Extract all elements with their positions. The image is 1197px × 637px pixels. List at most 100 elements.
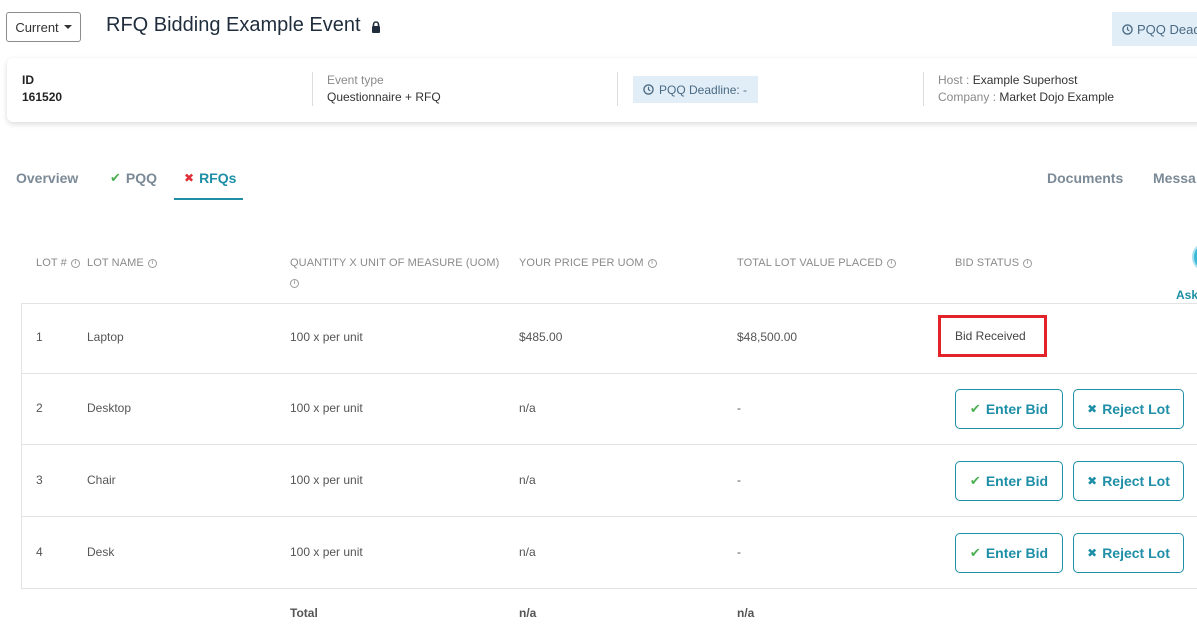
info-icon[interactable]: i bbox=[290, 278, 299, 288]
header-price-text: YOUR PRICE PER UOM bbox=[519, 257, 644, 269]
cross-icon: ✖ bbox=[1087, 546, 1098, 560]
info-icon[interactable]: i bbox=[647, 258, 657, 268]
reject-lot-button[interactable]: ✖ Reject Lot bbox=[1073, 461, 1184, 501]
bid-status-highlight: Bid Received bbox=[938, 315, 1047, 357]
enter-bid-label: Enter Bid bbox=[985, 401, 1049, 417]
pqq-deadline-text: PQQ Deadline: - bbox=[659, 82, 748, 97]
row-divider bbox=[21, 516, 1197, 517]
header-lot-name-text: LOT NAME bbox=[87, 257, 144, 269]
clock-icon bbox=[643, 84, 654, 95]
lot-number: 3 bbox=[36, 473, 43, 487]
event-type-block: Event type Questionnaire + RFQ bbox=[327, 72, 441, 106]
event-title: RFQ Bidding Example Event bbox=[106, 14, 381, 37]
lot-name: Chair bbox=[87, 473, 116, 487]
lot-price: n/a bbox=[519, 401, 536, 415]
reject-lot-button[interactable]: ✖ Reject Lot bbox=[1073, 533, 1184, 573]
lot-quantity: 100 x per unit bbox=[290, 545, 363, 559]
header-lot-number-text: LOT # bbox=[36, 257, 67, 269]
lot-name: Laptop bbox=[87, 330, 124, 344]
top-bar: Current RFQ Bidding Example Event PQQ De… bbox=[0, 0, 1197, 56]
header-quantity-text: QUANTITY X UNIT OF MEASURE (UOM) bbox=[290, 257, 500, 269]
bid-status-text: Bid Received bbox=[955, 329, 1026, 343]
lot-price: $485.00 bbox=[519, 330, 563, 344]
pqq-deadline-chip: PQQ Deadline: - bbox=[633, 76, 758, 103]
event-info-card: ID 161520 Event type Questionnaire + RFQ… bbox=[7, 58, 1197, 122]
lot-total: - bbox=[737, 545, 741, 559]
tab-overview[interactable]: Overview bbox=[16, 170, 78, 186]
tab-documents[interactable]: Documents bbox=[1047, 170, 1123, 186]
header-bid-status-text: BID STATUS bbox=[955, 257, 1020, 269]
header-total-value-text: TOTAL LOT VALUE PLACED bbox=[737, 257, 883, 269]
reject-lot-label: Reject Lot bbox=[1102, 401, 1170, 417]
lot-price: n/a bbox=[519, 473, 536, 487]
tab-messages[interactable]: Messa bbox=[1153, 170, 1196, 186]
tab-pqq-label: PQQ bbox=[125, 170, 158, 186]
check-icon: ✔ bbox=[969, 473, 981, 488]
pqq-deadline-badge-top: PQQ Dead bbox=[1112, 12, 1197, 46]
version-dropdown[interactable]: Current bbox=[6, 12, 81, 42]
lot-number: 4 bbox=[36, 545, 43, 559]
info-icon[interactable]: i bbox=[70, 258, 80, 268]
check-icon: ✔ bbox=[969, 401, 981, 416]
cross-icon: ✖ bbox=[1087, 474, 1098, 488]
total-label: Total bbox=[290, 606, 318, 620]
header-total-lot-value: TOTAL LOT VALUE PLACED i bbox=[737, 253, 896, 273]
tab-rfqs-label: RFQs bbox=[199, 170, 237, 186]
lot-quantity: 100 x per unit bbox=[290, 330, 363, 344]
version-label: Current bbox=[15, 19, 59, 35]
row-divider bbox=[21, 373, 1197, 374]
lot-name: Desktop bbox=[87, 401, 132, 415]
lot-total: $48,500.00 bbox=[737, 330, 798, 344]
event-id-value: 161520 bbox=[22, 90, 63, 104]
lot-total: - bbox=[737, 401, 741, 415]
header-lot-name: LOT NAME i bbox=[87, 253, 157, 273]
lock-icon bbox=[371, 20, 380, 33]
event-tabs: Overview ✔ PQQ ✖ RFQs Documents Messa bbox=[0, 160, 1197, 202]
tab-pqq[interactable]: ✔ PQQ bbox=[110, 170, 157, 186]
info-icon[interactable]: i bbox=[147, 258, 157, 268]
ask-question-button[interactable] bbox=[1192, 242, 1197, 272]
enter-bid-button[interactable]: ✔ Enter Bid bbox=[955, 461, 1063, 501]
row-divider bbox=[21, 444, 1197, 445]
info-icon[interactable]: i bbox=[886, 258, 896, 268]
host-label: Host : bbox=[938, 73, 970, 87]
lot-name: Desk bbox=[87, 545, 115, 559]
event-title-text: RFQ Bidding Example Event bbox=[106, 14, 361, 36]
header-quantity: QUANTITY X UNIT OF MEASURE (UOM) i bbox=[290, 253, 500, 293]
host-company-block: Host : Example Superhost Company : Marke… bbox=[938, 72, 1114, 106]
pqq-deadline-top-text: PQQ Dead bbox=[1137, 21, 1197, 37]
active-tab-indicator bbox=[174, 198, 243, 200]
lot-quantity: 100 x per unit bbox=[290, 401, 363, 415]
tab-rfqs[interactable]: ✖ RFQs bbox=[184, 170, 236, 186]
lot-quantity: 100 x per unit bbox=[290, 473, 363, 487]
header-price-per-uom: YOUR PRICE PER UOM i bbox=[519, 253, 657, 273]
tab-messages-label: Messa bbox=[1153, 170, 1196, 186]
enter-bid-button[interactable]: ✔ Enter Bid bbox=[955, 533, 1063, 573]
reject-lot-label: Reject Lot bbox=[1102, 545, 1170, 561]
clock-icon bbox=[1122, 23, 1133, 35]
caret-down-icon bbox=[63, 25, 72, 29]
header-lot-number: LOT # i bbox=[36, 253, 80, 273]
ask-label[interactable]: Ask bbox=[1176, 288, 1197, 302]
info-icon[interactable]: i bbox=[1023, 258, 1033, 268]
enter-bid-button[interactable]: ✔ Enter Bid bbox=[955, 389, 1063, 429]
cross-icon: ✖ bbox=[1087, 402, 1098, 416]
reject-lot-label: Reject Lot bbox=[1102, 473, 1170, 489]
divider bbox=[617, 72, 618, 106]
enter-bid-label: Enter Bid bbox=[985, 473, 1049, 489]
lot-total: - bbox=[737, 473, 741, 487]
lot-price: n/a bbox=[519, 545, 536, 559]
event-type-value: Questionnaire + RFQ bbox=[327, 90, 441, 104]
tab-documents-label: Documents bbox=[1047, 170, 1124, 186]
divider bbox=[312, 72, 313, 106]
divider bbox=[923, 72, 924, 106]
company-value: Market Dojo Example bbox=[999, 90, 1115, 104]
reject-lot-button[interactable]: ✖ Reject Lot bbox=[1073, 389, 1184, 429]
header-bid-status: BID STATUS i bbox=[955, 253, 1033, 273]
event-id-label: ID bbox=[22, 73, 34, 87]
enter-bid-label: Enter Bid bbox=[985, 545, 1049, 561]
lot-number: 1 bbox=[36, 330, 43, 344]
lot-number: 2 bbox=[36, 401, 43, 415]
check-icon: ✔ bbox=[969, 545, 981, 560]
tab-overview-label: Overview bbox=[16, 170, 79, 186]
